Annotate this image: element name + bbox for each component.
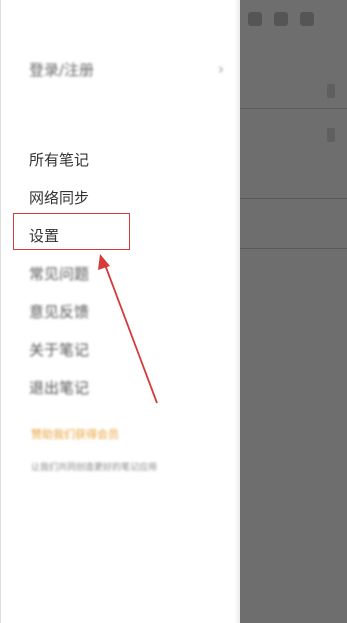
drawer-menu: 所有笔记 网络同步 设置 常见问题 意见反馈 关于笔记 退出笔记 [29,140,229,406]
dimmed-content-overlay[interactable] [240,0,347,623]
login-label[interactable]: 登录/注册 [29,59,94,80]
list-icon [248,12,262,26]
scroll-marker [327,128,335,142]
divider [240,198,347,199]
menu-item-exit[interactable]: 退出笔记 [29,368,229,406]
menu-item-faq[interactable]: 常见问题 [29,254,229,292]
chevron-right-icon: › [218,60,224,78]
navigation-drawer: 登录/注册 › 所有笔记 网络同步 设置 常见问题 意见反馈 关于笔记 退出笔记… [0,0,240,623]
divider [240,108,347,109]
footer-text: 让我们共同创造更好的笔记应用 [31,463,158,473]
menu-item-about[interactable]: 关于笔记 [29,330,229,368]
menu-item-all-notes[interactable]: 所有笔记 [29,140,229,178]
login-row[interactable]: 登录/注册 › [29,56,224,82]
menu-item-sync[interactable]: 网络同步 [29,178,229,216]
scroll-marker [327,84,335,98]
settings-highlight-box [13,213,130,250]
add-icon [274,12,288,26]
promo-link[interactable]: 赞助我们获得会员 [31,426,119,442]
search-icon [300,12,314,26]
divider [240,248,347,249]
toolbar-icons [248,12,314,26]
menu-item-feedback[interactable]: 意见反馈 [29,292,229,330]
